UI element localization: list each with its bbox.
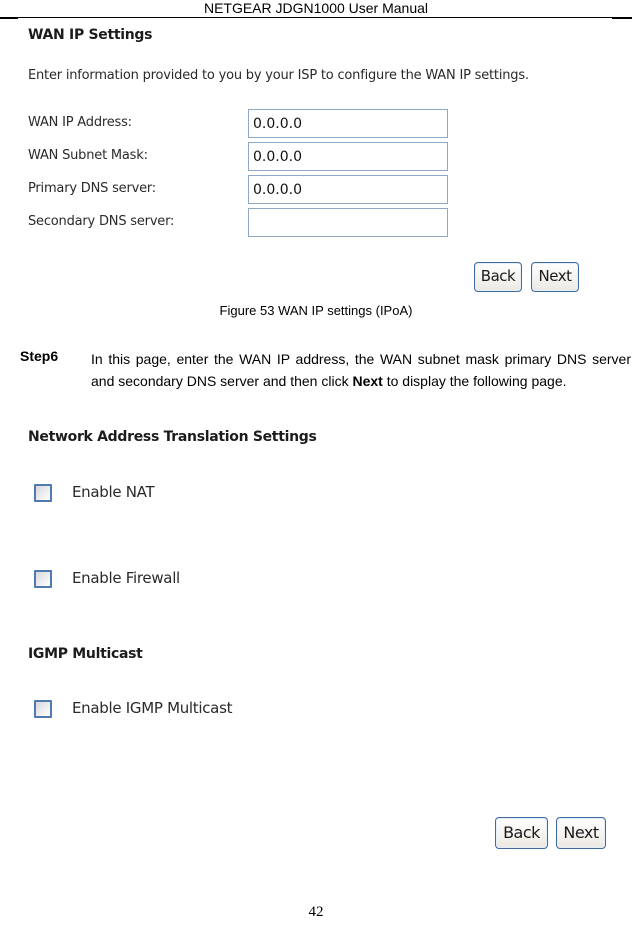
enable-nat-label: Enable NAT: [72, 483, 155, 501]
enable-igmp-option[interactable]: Enable IGMP Multicast: [34, 698, 334, 720]
enable-firewall-checkbox[interactable]: [34, 570, 52, 588]
primary-dns-row: Primary DNS server:: [28, 175, 458, 205]
step-description: In this page, enter the WAN IP address, …: [91, 348, 631, 392]
wan-ip-address-row: WAN IP Address:: [28, 109, 458, 139]
wan-subnet-mask-input[interactable]: [248, 142, 448, 171]
wan-ip-settings-panel: WAN IP Settings Enter information provid…: [0, 0, 632, 300]
wan-ip-address-label: WAN IP Address:: [28, 115, 132, 130]
wan-ip-settings-title: WAN IP Settings: [28, 27, 153, 43]
figure-caption: Figure 53 WAN IP settings (IPoA): [219, 303, 413, 318]
primary-dns-label: Primary DNS server:: [28, 181, 156, 196]
nat-back-button[interactable]: Back: [495, 817, 548, 849]
step-text-bold: Next: [352, 373, 383, 389]
nat-settings-panel: Network Address Translation Settings Ena…: [0, 420, 632, 860]
enable-firewall-option[interactable]: Enable Firewall: [34, 568, 334, 590]
nat-next-button[interactable]: Next: [556, 817, 606, 849]
enable-igmp-checkbox[interactable]: [34, 700, 52, 718]
wan-subnet-mask-row: WAN Subnet Mask:: [28, 142, 458, 172]
wan-next-button[interactable]: Next: [531, 262, 579, 292]
primary-dns-input[interactable]: [248, 175, 448, 204]
wan-subnet-mask-label: WAN Subnet Mask:: [28, 148, 148, 163]
wan-ip-settings-description: Enter information provided to you by you…: [28, 68, 529, 83]
enable-firewall-label: Enable Firewall: [72, 569, 180, 587]
nat-settings-title: Network Address Translation Settings: [28, 429, 317, 445]
secondary-dns-label: Secondary DNS server:: [28, 214, 175, 229]
enable-nat-option[interactable]: Enable NAT: [34, 482, 334, 504]
step-label: Step6: [20, 348, 59, 364]
igmp-multicast-title: IGMP Multicast: [28, 646, 143, 662]
step-text-after: to display the following page.: [382, 373, 567, 389]
secondary-dns-row: Secondary DNS server:: [28, 208, 458, 238]
secondary-dns-input[interactable]: [248, 208, 448, 237]
enable-igmp-label: Enable IGMP Multicast: [72, 699, 233, 717]
wan-ip-address-input[interactable]: [248, 109, 448, 138]
page-number: 42: [308, 904, 324, 920]
enable-nat-checkbox[interactable]: [34, 484, 52, 502]
wan-back-button[interactable]: Back: [474, 262, 522, 292]
